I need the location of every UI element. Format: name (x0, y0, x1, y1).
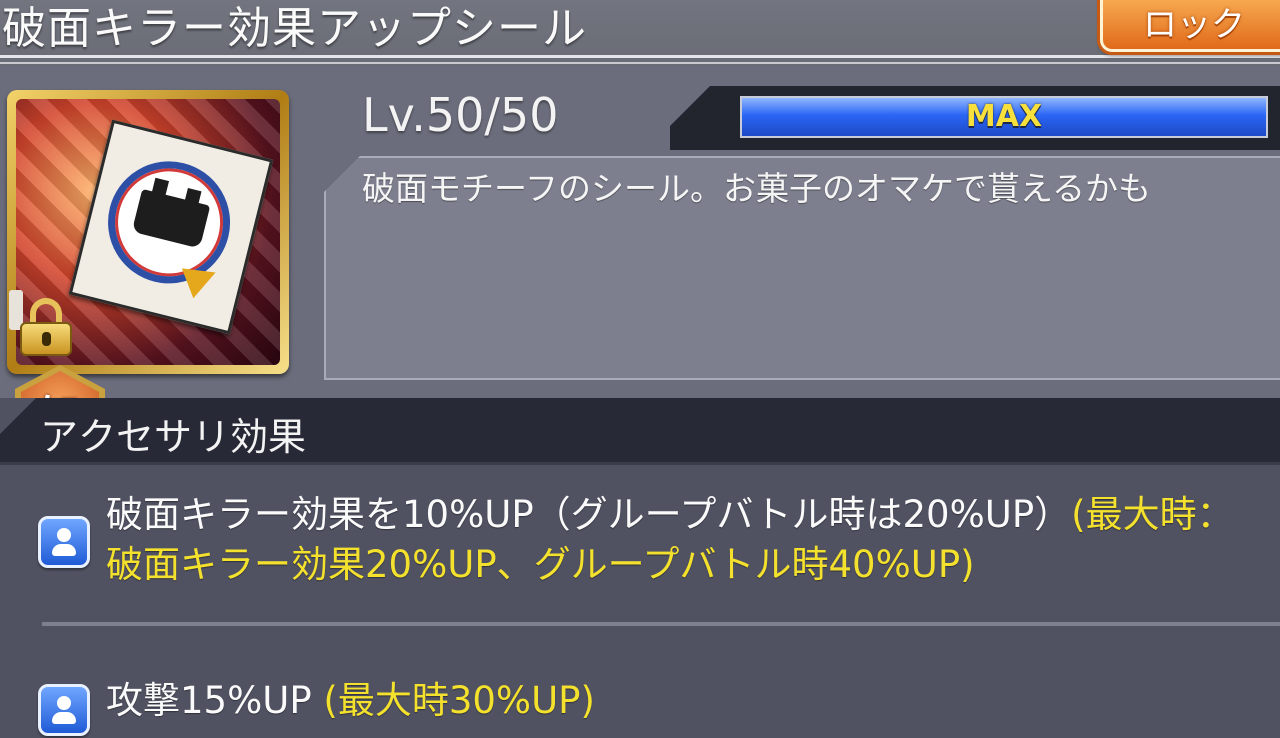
effect-divider (42, 622, 1280, 626)
level-text: Lv.50/50 (362, 88, 559, 142)
hollow-mask-icon (131, 188, 211, 249)
title-divider-secondary (0, 62, 1280, 64)
padlock-icon (20, 298, 72, 356)
lock-button[interactable]: ロック (1100, 0, 1280, 52)
item-icon[interactable]: 知 ★★★★★ (7, 90, 289, 461)
level-gauge: MAX (740, 96, 1268, 138)
lock-button-label: ロック (1143, 5, 1245, 45)
accessory-effects-title: アクセサリ効果 (40, 415, 307, 459)
level-gauge-label: MAX (965, 99, 1043, 134)
page-title: 破面キラー効果アップシール (2, 3, 587, 54)
effect-text: 破面キラー効果を10%UP（グループバトル時は20%UP）(最大時：破面キラー効… (106, 490, 1266, 590)
skill-effect-icon (38, 516, 90, 568)
header-underline (0, 462, 1280, 465)
seal-emblem (95, 148, 244, 299)
arrow-icon (181, 257, 222, 299)
title-divider (0, 55, 1280, 58)
item-description: 破面モチーフのシール。お菓子のオマケで貰えるかも (362, 169, 1152, 208)
effect-description: 破面キラー効果を10%UP（グループバトル時は20%UP） (106, 493, 1072, 536)
effect-text: 攻撃15%UP (最大時30%UP) (106, 676, 1266, 726)
effect-max-description: (最大時30%UP) (323, 679, 595, 722)
skill-effect-icon (38, 684, 90, 736)
effect-description: 攻撃15%UP (106, 679, 324, 722)
seal-card (68, 119, 274, 335)
